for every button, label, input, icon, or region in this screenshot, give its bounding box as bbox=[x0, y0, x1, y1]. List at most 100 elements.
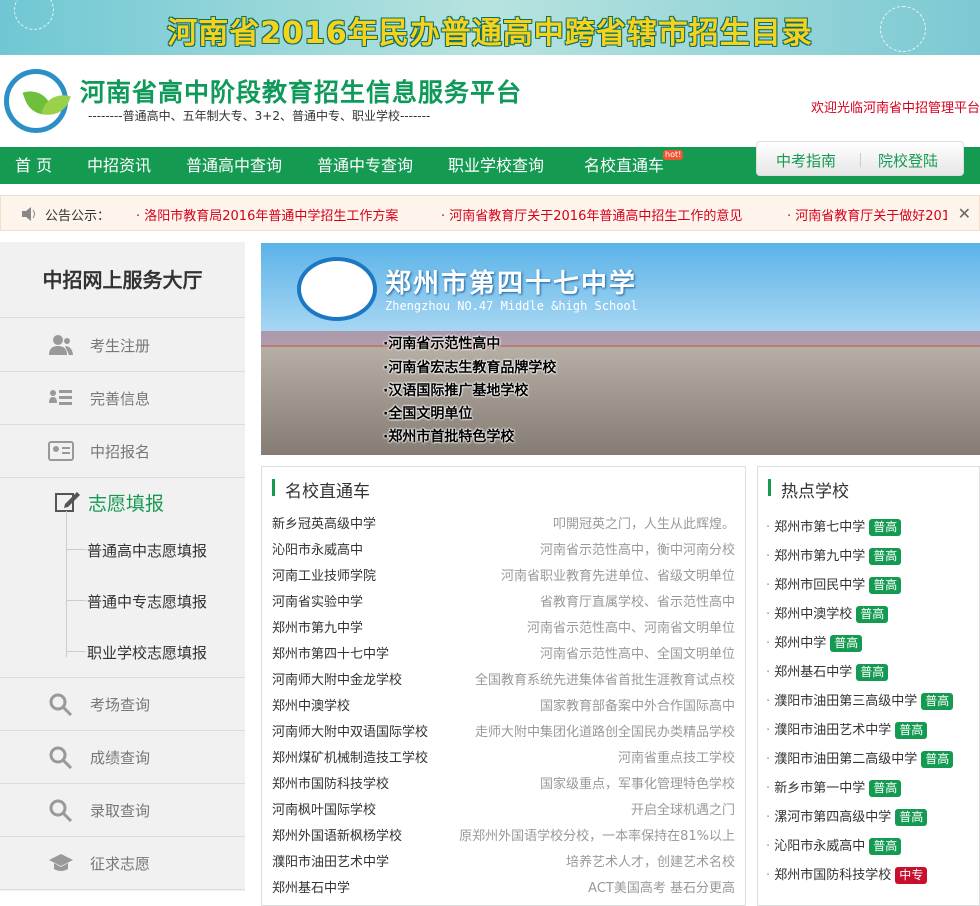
hot-school-item[interactable]: · 濮阳市油田艺术中学 普高 bbox=[766, 719, 928, 739]
school-type-badge: 普高 bbox=[869, 838, 902, 855]
hot-school-name[interactable]: 沁阳市永威高中 bbox=[774, 839, 865, 854]
sidebar-item-label: 成绩查询 bbox=[90, 749, 151, 767]
edit-icon bbox=[55, 492, 80, 512]
sidebar-item-label: 考场查询 bbox=[90, 696, 151, 714]
school-type-badge: 中专 bbox=[895, 867, 928, 884]
school-link[interactable]: 河南省实验中学 bbox=[272, 591, 363, 610]
school-description: 河南省重点技工学校 bbox=[617, 751, 735, 766]
tree-line bbox=[66, 549, 86, 550]
hot-school-item[interactable]: · 郑州市第七中学 普高 bbox=[766, 516, 902, 536]
school-description: 河南省示范性高中、河南省文明单位 bbox=[526, 621, 735, 636]
school-type-badge: 普高 bbox=[856, 606, 889, 623]
exam-guide-link[interactable]: 中考指南 bbox=[776, 150, 836, 171]
school-description: 河南省职业教育先进单位、省级文明单位 bbox=[500, 569, 735, 584]
sidebar-item-score[interactable]: 成绩查询 bbox=[0, 731, 245, 784]
school-description: 叩開冠英之门，人生从此辉煌。 bbox=[552, 517, 735, 532]
school-link[interactable]: 河南工业技师学院 bbox=[272, 565, 376, 584]
hot-school-name[interactable]: 郑州市第七中学 bbox=[774, 520, 865, 535]
hot-school-name[interactable]: 郑州中澳学校 bbox=[774, 607, 852, 622]
sidebar-item-signup[interactable]: 中招报名 bbox=[0, 425, 245, 478]
sidebar-item-admission[interactable]: 录取查询 bbox=[0, 784, 245, 837]
sidebar-item-volunteer[interactable]: 志愿填报 bbox=[88, 489, 164, 516]
school-link[interactable]: 郑州市第九中学 bbox=[272, 617, 363, 636]
school-description: 省教育厅直属学校、省示范性高中 bbox=[539, 595, 735, 610]
sidebar-volunteer-section: 志愿填报 普通高中志愿填报 普通中专志愿填报 职业学校志愿填报 bbox=[0, 479, 245, 678]
notice-item[interactable]: · 河南省教育厅关于做好2016 bbox=[787, 205, 947, 224]
hot-school-item[interactable]: · 郑州市国防科技学校 中专 bbox=[766, 864, 928, 884]
hot-school-item[interactable]: · 郑州市回民中学 普高 bbox=[766, 574, 902, 594]
site-header: 河南省高中阶段教育招生信息服务平台 --------普通高中、五年制大专、3+2… bbox=[0, 55, 980, 147]
hot-school-name[interactable]: 濮阳市油田第三高级中学 bbox=[774, 694, 917, 709]
school-type-badge: 普高 bbox=[895, 809, 928, 826]
sidebar-item-info[interactable]: 完善信息 bbox=[0, 372, 245, 425]
hot-school-name[interactable]: 郑州中学 bbox=[774, 636, 826, 651]
divider bbox=[860, 153, 861, 167]
nav-news[interactable]: 中招资讯 bbox=[87, 147, 151, 184]
notice-item[interactable]: · 河南省教育厅关于2016年普通高中招生工作的意见 bbox=[441, 205, 742, 224]
hot-school-name[interactable]: 漯河市第四高级中学 bbox=[774, 810, 891, 825]
sidebar-item-solicit[interactable]: 征求志愿 bbox=[0, 837, 245, 890]
hot-school-item[interactable]: · 濮阳市油田第三高级中学 普高 bbox=[766, 690, 954, 710]
nav-vocational-query[interactable]: 职业学校查询 bbox=[448, 147, 544, 184]
school-link[interactable]: 河南师大附中金龙学校 bbox=[272, 669, 402, 688]
hot-school-item[interactable]: · 郑州基石中学 普高 bbox=[766, 661, 889, 681]
sidebar-item-exam-room[interactable]: 考场查询 bbox=[0, 678, 245, 731]
hot-school-name[interactable]: 郑州市国防科技学校 bbox=[774, 868, 891, 883]
school-link[interactable]: 郑州外国语新枫杨学校 bbox=[272, 825, 402, 844]
hot-school-item[interactable]: · 郑州中澳学校 普高 bbox=[766, 603, 889, 623]
school-link[interactable]: 河南师大附中双语国际学校 bbox=[272, 721, 428, 740]
school-link[interactable]: 新乡冠英高级中学 bbox=[272, 513, 376, 532]
site-name[interactable]: 河南省高中阶段教育招生信息服务平台 bbox=[80, 73, 522, 109]
hot-school-name[interactable]: 新乡市第一中学 bbox=[774, 781, 865, 796]
school-link[interactable]: 河南枫叶国际学校 bbox=[272, 799, 376, 818]
nav-home[interactable]: 首 页 bbox=[15, 147, 52, 184]
top-banner[interactable]: 河南省2016年民办普通高中跨省辖市招生目录 bbox=[0, 0, 980, 55]
school-link[interactable]: 郑州煤矿机械制造技工学校 bbox=[272, 747, 428, 766]
tree-line bbox=[66, 511, 67, 657]
school-description: ACT美国高考 基石分更高 bbox=[588, 881, 735, 896]
school-type-badge: 普高 bbox=[869, 519, 902, 536]
nav-famous-schools[interactable]: 名校直通车 bbox=[584, 147, 664, 184]
hot-school-item[interactable]: · 濮阳市油田第二高级中学 普高 bbox=[766, 748, 954, 768]
hot-school-item[interactable]: · 漯河市第四高级中学 普高 bbox=[766, 806, 928, 826]
notice-label: 公告公示： bbox=[45, 209, 111, 224]
sidebar-item-register[interactable]: 考生注册 bbox=[0, 319, 245, 372]
hot-school-item[interactable]: · 沁阳市永威高中 普高 bbox=[766, 835, 902, 855]
site-logo-icon[interactable] bbox=[4, 69, 71, 133]
banner-title: 河南省2016年民办普通高中跨省辖市招生目录 bbox=[167, 16, 813, 51]
hot-school-name[interactable]: 郑州市回民中学 bbox=[774, 578, 865, 593]
hot-school-item[interactable]: · 郑州市第九中学 普高 bbox=[766, 545, 902, 565]
school-slogan: ·全国文明单位 bbox=[383, 406, 473, 422]
nav-high-school-query[interactable]: 普通高中查询 bbox=[186, 147, 282, 184]
nav-secondary-query[interactable]: 普通中专查询 bbox=[317, 147, 413, 184]
school-link[interactable]: 郑州中澳学校 bbox=[272, 695, 350, 714]
school-link[interactable]: 郑州市国防科技学校 bbox=[272, 773, 389, 792]
school-description: 河南省示范性高中、全国文明单位 bbox=[539, 647, 735, 662]
hot-school-name[interactable]: 郑州市第九中学 bbox=[774, 549, 865, 564]
tree-line bbox=[66, 651, 86, 652]
panel-title: 热点学校 bbox=[768, 477, 849, 502]
school-login-link[interactable]: 院校登陆 bbox=[878, 150, 938, 171]
panel-title: 名校直通车 bbox=[272, 477, 370, 502]
hot-school-item[interactable]: · 郑州中学 普高 bbox=[766, 632, 863, 652]
hot-school-name[interactable]: 濮阳市油田艺术中学 bbox=[774, 723, 891, 738]
sidebar-subitem-secondary[interactable]: 普通中专志愿填报 bbox=[87, 591, 207, 612]
hot-school-name[interactable]: 濮阳市油田第二高级中学 bbox=[774, 752, 917, 767]
sidebar-subitem-high-school[interactable]: 普通高中志愿填报 bbox=[87, 540, 207, 561]
school-type-badge: 普高 bbox=[869, 577, 902, 594]
school-link[interactable]: 郑州基石中学 bbox=[272, 877, 350, 896]
hot-badge: hot! bbox=[663, 150, 684, 160]
notice-item[interactable]: · 洛阳市教育局2016年普通中学招生工作方案 bbox=[136, 205, 398, 224]
school-link[interactable]: 郑州市第四十七中学 bbox=[272, 643, 389, 662]
school-link[interactable]: 濮阳市油田艺术中学 bbox=[272, 851, 389, 870]
school-type-badge: 普高 bbox=[830, 635, 863, 652]
hot-school-name[interactable]: 郑州基石中学 bbox=[774, 665, 852, 680]
guide-login-box: 中考指南 院校登陆 bbox=[756, 141, 964, 176]
sidebar-subitem-vocational[interactable]: 职业学校志愿填报 bbox=[87, 642, 207, 663]
school-name: 郑州市第四十七中学 bbox=[385, 269, 638, 299]
hot-school-item[interactable]: · 新乡市第一中学 普高 bbox=[766, 777, 902, 797]
school-type-badge: 普高 bbox=[921, 751, 954, 768]
featured-school-banner[interactable]: 郑州市第四十七中学 Zhengzhou NO.47 Middle &high S… bbox=[261, 243, 980, 455]
close-icon[interactable]: ✕ bbox=[958, 204, 971, 223]
school-link[interactable]: 沁阳市永威高中 bbox=[272, 539, 363, 558]
